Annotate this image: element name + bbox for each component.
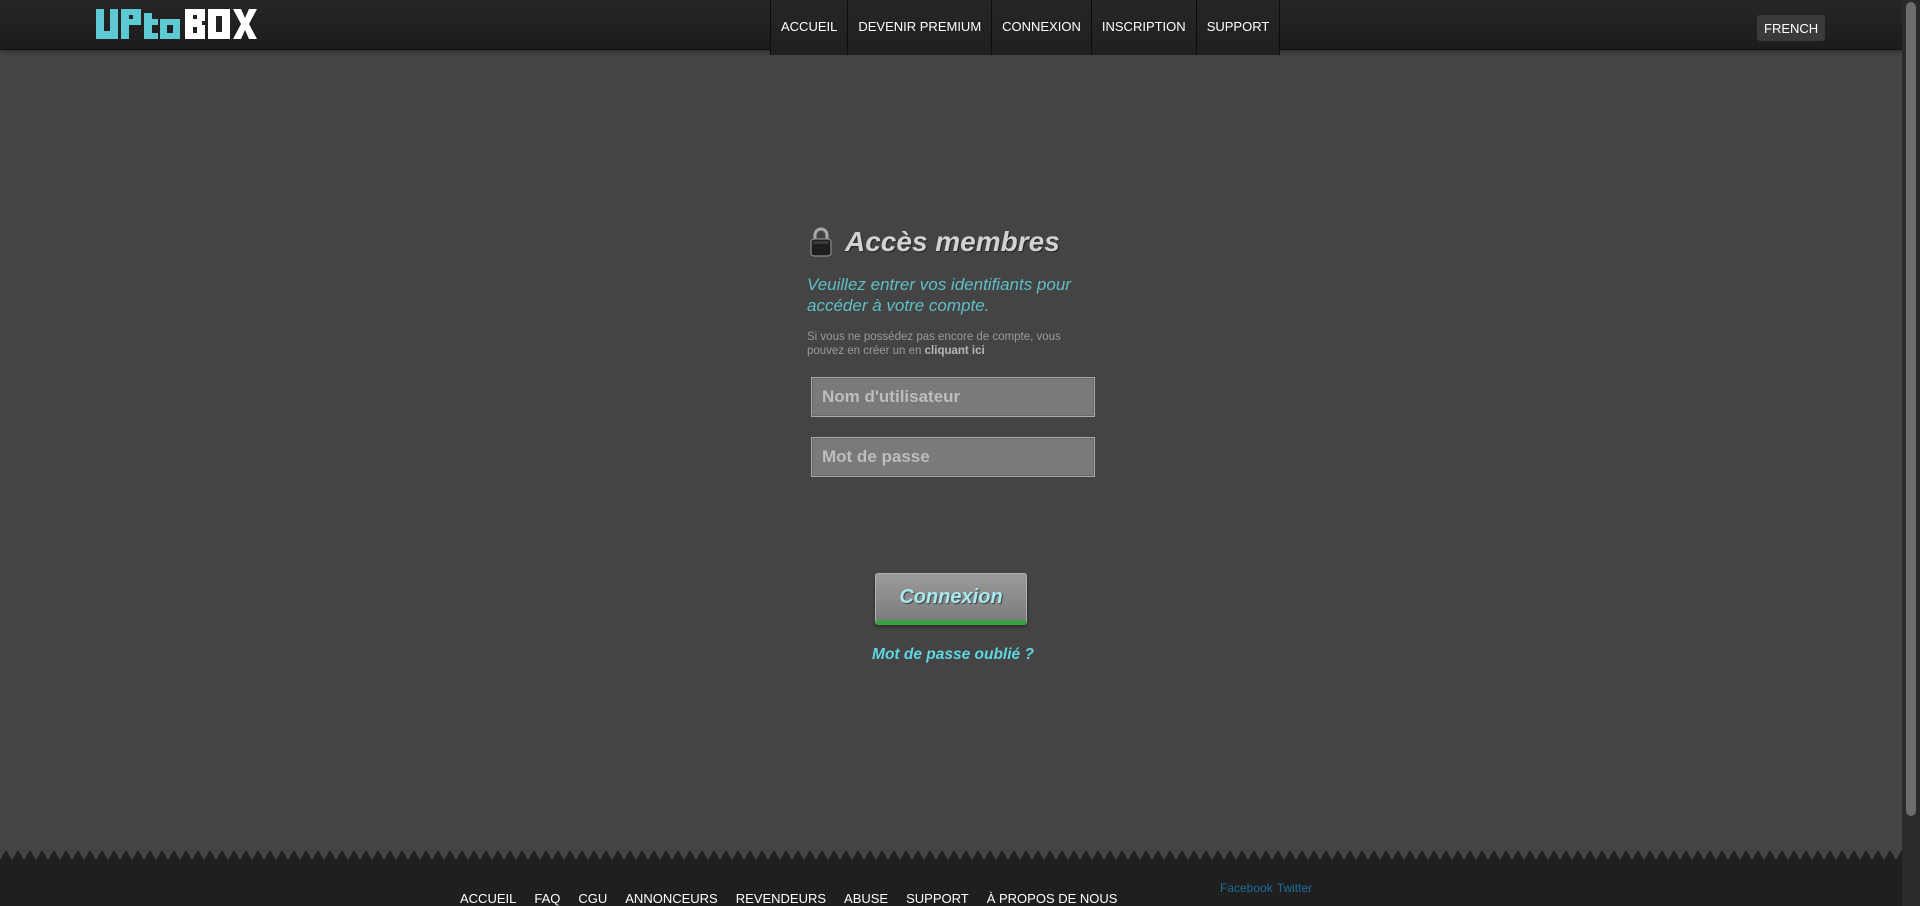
login-subtitle: Veuillez entrer vos identifiants pour ac… <box>807 275 1071 315</box>
top-navigation-bar: ACCUEIL DEVENIR PREMIUM CONNEXION INSCRI… <box>0 0 1902 55</box>
footer-link-revendeurs[interactable]: REVENDEURS <box>736 891 826 906</box>
footer: ACCUEIL FAQ CGU ANNONCEURS REVENDEURS AB… <box>0 848 1902 906</box>
lock-icon <box>810 227 832 257</box>
connexion-button[interactable]: Connexion <box>875 573 1027 625</box>
site-logo[interactable] <box>94 7 260 41</box>
twitter-link[interactable]: Twitter <box>1277 881 1312 895</box>
footer-link-annonceurs[interactable]: ANNONCEURS <box>625 891 717 906</box>
nav-devenir-premium[interactable]: DEVENIR PREMIUM <box>848 0 993 55</box>
social-links: Facebook Twitter <box>1220 881 1316 895</box>
nav-support[interactable]: SUPPORT <box>1196 0 1281 55</box>
login-panel: Accès membres Veuillez entrer vos identi… <box>807 222 1097 477</box>
uptobox-logo-icon <box>96 9 257 39</box>
footer-link-cgu[interactable]: CGU <box>578 891 607 906</box>
scrollbar-thumb[interactable] <box>1906 2 1916 816</box>
page-scrollbar[interactable] <box>1902 0 1920 906</box>
login-title: Accès membres <box>845 226 1060 257</box>
username-field[interactable]: Nom d'utilisateur <box>811 377 1095 417</box>
forgot-password-link[interactable]: Mot de passe oublié ? <box>800 646 1106 664</box>
register-link[interactable]: cliquant ici <box>925 345 985 357</box>
footer-link-accueil[interactable]: ACCUEIL <box>460 891 516 906</box>
main-nav: ACCUEIL DEVENIR PREMIUM CONNEXION INSCRI… <box>770 0 1281 55</box>
footer-link-support[interactable]: SUPPORT <box>906 891 969 906</box>
nav-accueil[interactable]: ACCUEIL <box>771 0 849 55</box>
footer-link-abuse[interactable]: ABUSE <box>844 891 888 906</box>
footer-link-faq[interactable]: FAQ <box>534 891 560 906</box>
register-note: Si vous ne possédez pas encore de compte… <box>807 330 1097 358</box>
password-placeholder: Mot de passe <box>822 447 930 466</box>
password-field[interactable]: Mot de passe <box>811 437 1095 477</box>
login-header: Accès membres <box>807 222 1097 262</box>
facebook-link[interactable]: Facebook <box>1220 881 1273 895</box>
footer-nav: ACCUEIL FAQ CGU ANNONCEURS REVENDEURS AB… <box>460 891 1135 906</box>
username-placeholder: Nom d'utilisateur <box>822 387 961 406</box>
nav-inscription[interactable]: INSCRIPTION <box>1091 0 1197 55</box>
language-selector[interactable]: FRENCH <box>1757 15 1826 41</box>
nav-connexion[interactable]: CONNEXION <box>992 0 1092 55</box>
footer-link-a-propos[interactable]: À PROPOS DE NOUS <box>987 891 1118 906</box>
footer-zigzag-border <box>0 848 1902 860</box>
